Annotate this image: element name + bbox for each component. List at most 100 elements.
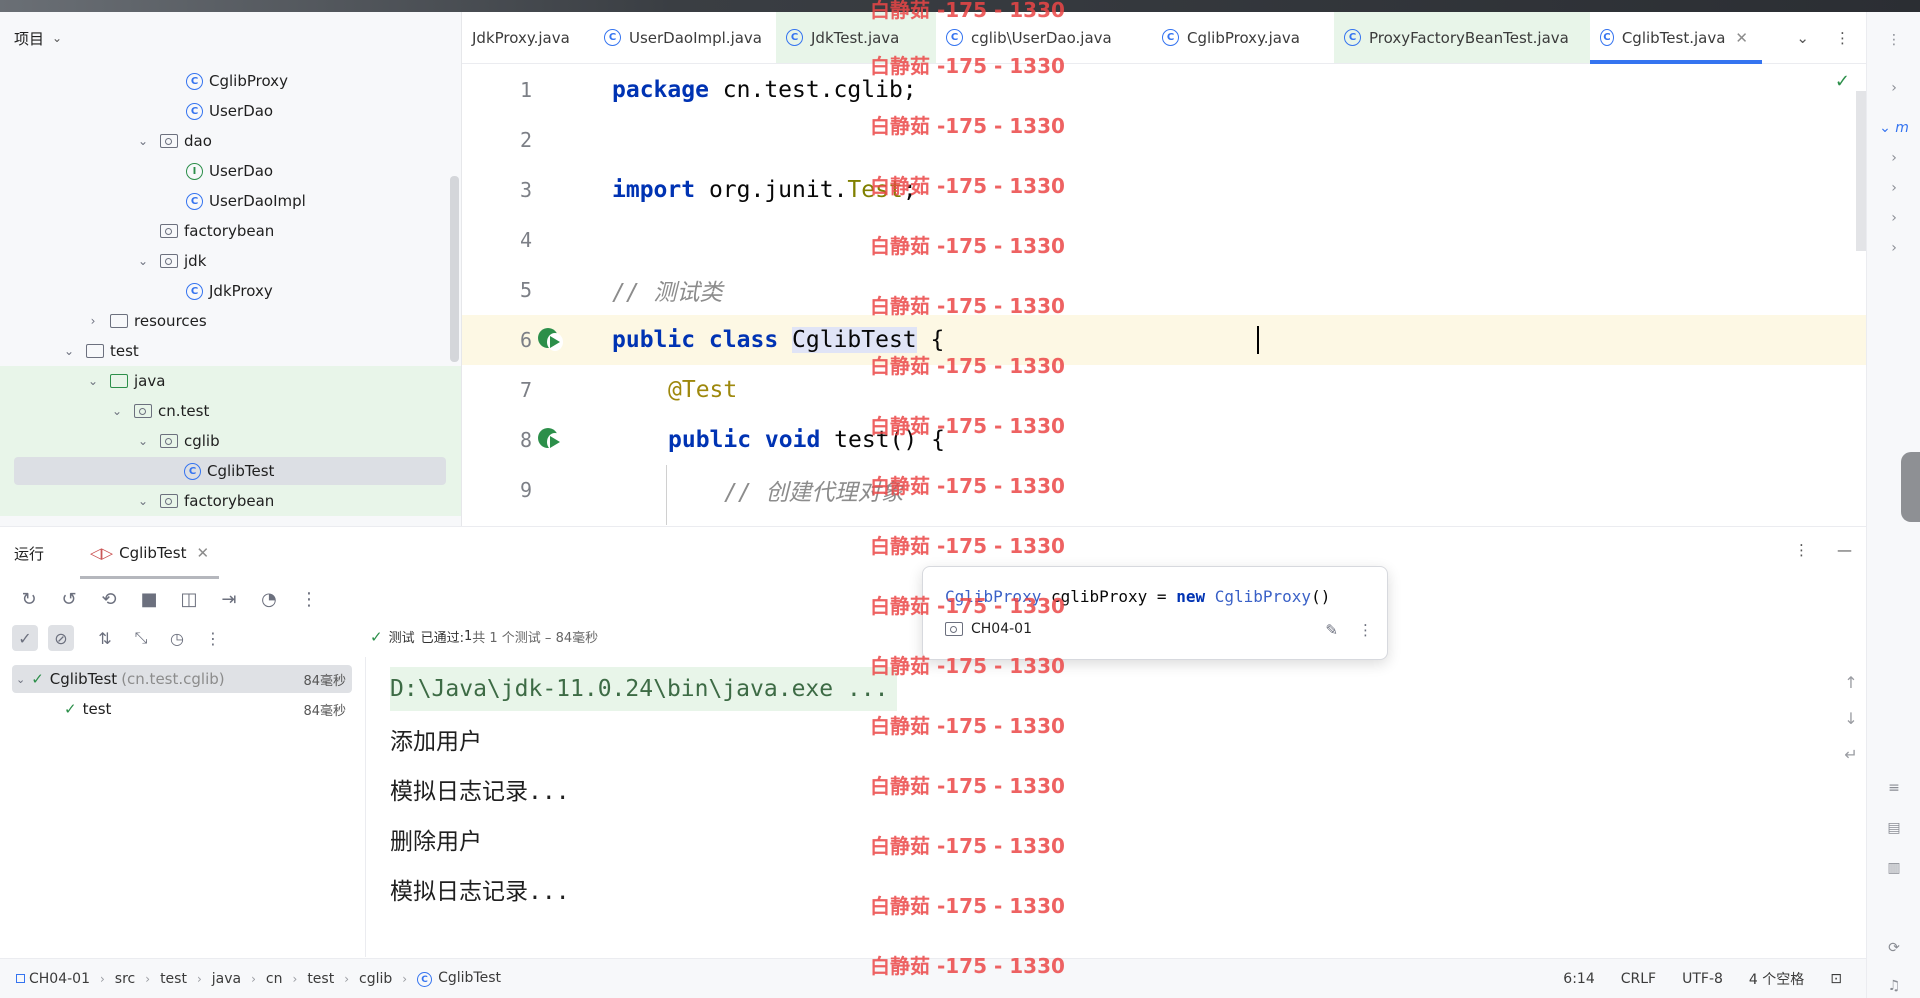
- tree-item[interactable]: ⌄ dao: [0, 126, 461, 156]
- tree-item[interactable]: ⌄ cn.test: [0, 396, 461, 426]
- tree-item[interactable]: ⌄ cglib: [0, 426, 461, 456]
- stop-icon[interactable]: ■: [136, 586, 162, 612]
- file-encoding[interactable]: UTF-8: [1682, 971, 1723, 987]
- test-suite-row[interactable]: ⌄ ✓ CglibTest (cn.test.cglib) 84毫秒: [12, 665, 352, 693]
- tree-item[interactable]: ⌄ test: [0, 336, 461, 366]
- tab-jdkproxy[interactable]: JdkProxy.java: [462, 12, 594, 63]
- tree-item[interactable]: C JdkProxy: [0, 276, 461, 306]
- tree-item[interactable]: I UserDao: [0, 156, 461, 186]
- breadcrumb-item[interactable]: cn: [266, 971, 283, 987]
- more-options-icon[interactable]: ⋮: [1794, 541, 1809, 559]
- edit-icon[interactable]: ✎: [1325, 621, 1338, 639]
- more-options-icon[interactable]: ⋮: [1867, 32, 1920, 48]
- sort-icon[interactable]: ⇅: [92, 625, 118, 651]
- more-options-icon[interactable]: ⋮: [1358, 621, 1373, 639]
- tab-cglibproxy[interactable]: C CglibProxy.java: [1152, 12, 1334, 63]
- toggle-autotest-icon[interactable]: ⟲: [96, 586, 122, 612]
- chevron-down-icon[interactable]: ⌄: [16, 673, 25, 686]
- test-case-row[interactable]: ✓ test 84毫秒: [12, 695, 352, 723]
- breadcrumb-item[interactable]: test: [160, 971, 187, 987]
- side-handle[interactable]: [1901, 452, 1920, 522]
- run-tab-cglibtest[interactable]: ◁▷ CglibTest ✕: [80, 527, 220, 579]
- tab-cglibtest[interactable]: C CglibTest.java ✕: [1590, 12, 1762, 64]
- tab-cglib-userdao[interactable]: C cglib\UserDao.java: [936, 12, 1152, 63]
- chevron-right-icon[interactable]: ›: [86, 314, 100, 328]
- tree-item[interactable]: C CglibProxy: [0, 66, 461, 96]
- rerun-icon[interactable]: ↻: [16, 586, 42, 612]
- tree-item[interactable]: factorybean: [0, 216, 461, 246]
- tree-item[interactable]: ⌄ jdk: [0, 246, 461, 276]
- export-icon[interactable]: ⇥: [216, 586, 242, 612]
- project-scrollbar[interactable]: [450, 176, 459, 362]
- run-panel-title: 运行: [14, 544, 45, 563]
- no-problems-check-icon[interactable]: ✓: [1835, 71, 1850, 92]
- chevron-right-icon[interactable]: ›: [1867, 80, 1920, 96]
- project-panel-header[interactable]: 项目 ⌄: [0, 12, 461, 64]
- camera-icon[interactable]: ◫: [176, 586, 202, 612]
- line-separator[interactable]: CRLF: [1621, 971, 1656, 987]
- more-options-icon[interactable]: ⋮: [1835, 29, 1850, 47]
- collapse-icon[interactable]: ⤡: [128, 625, 154, 651]
- notes-icon[interactable]: ≡: [1867, 780, 1920, 796]
- tree-item-label: factorybean: [184, 222, 275, 240]
- project-panel-title: 项目: [14, 29, 45, 48]
- scroll-up-icon[interactable]: ↑: [1836, 673, 1866, 709]
- chevron-down-icon[interactable]: ⌄: [136, 434, 150, 448]
- tree-item[interactable]: C UserDao: [0, 96, 461, 126]
- breadcrumb-item[interactable]: test: [307, 971, 334, 987]
- scroll-down-icon[interactable]: ↓: [1836, 709, 1866, 745]
- tree-item[interactable]: › resources: [0, 306, 461, 336]
- chevron-right-icon[interactable]: ›: [1867, 240, 1920, 256]
- history-icon[interactable]: ◷: [164, 625, 190, 651]
- chevron-right-icon[interactable]: ›: [1867, 210, 1920, 226]
- lock-icon[interactable]: ⊡: [1830, 971, 1842, 987]
- module-icon: [945, 622, 963, 636]
- coverage-icon[interactable]: ◔: [256, 586, 282, 612]
- chevron-down-icon[interactable]: ⌄: [52, 31, 62, 45]
- chevron-down-icon[interactable]: ⌄: [62, 344, 76, 358]
- chevron-down-icon[interactable]: ⌄: [136, 134, 150, 148]
- indent-setting[interactable]: 4 个空格: [1749, 969, 1804, 989]
- close-icon[interactable]: ✕: [1735, 29, 1748, 47]
- cursor-position[interactable]: 6:14: [1563, 971, 1594, 987]
- tree-item[interactable]: ⌄ factorybean: [0, 486, 461, 516]
- chevron-down-icon[interactable]: ⌄: [110, 404, 124, 418]
- tab-jdktest[interactable]: C JdkTest.java: [776, 12, 936, 63]
- minimize-icon[interactable]: —: [1837, 541, 1852, 559]
- console-line: D:\Java\jdk-11.0.24\bin\java.exe ...: [390, 667, 897, 711]
- breadcrumb-item[interactable]: java: [212, 971, 241, 987]
- code-editor[interactable]: 1 package cn.test.cglib; 2 3 import org.…: [462, 65, 1866, 525]
- show-ignored-icon[interactable]: ⊘: [48, 625, 74, 651]
- breadcrumb-item[interactable]: src: [115, 971, 135, 987]
- tab-userdaoimpl[interactable]: C UserDaoImpl.java: [594, 12, 776, 63]
- chevron-down-icon[interactable]: ⌄: [136, 494, 150, 508]
- more-options-icon[interactable]: ⋮: [296, 586, 322, 612]
- soft-wrap-icon[interactable]: ↵: [1836, 745, 1866, 781]
- more-options-icon[interactable]: ⋮: [200, 625, 226, 651]
- bell-icon[interactable]: ♫: [1867, 978, 1920, 994]
- console-line: 模拟日志记录...: [390, 779, 570, 805]
- run-gutter-icon[interactable]: [538, 328, 563, 352]
- editor-scrollbar[interactable]: [1856, 91, 1866, 251]
- tree-item[interactable]: ⌄ java: [0, 366, 461, 396]
- chevron-right-icon[interactable]: ›: [1867, 150, 1920, 166]
- console-output[interactable]: D:\Java\jdk-11.0.24\bin\java.exe ... 添加用…: [370, 667, 1840, 957]
- breadcrumb-item[interactable]: cglib: [359, 971, 392, 987]
- chevron-down-icon[interactable]: ⌄: [86, 374, 100, 388]
- rerun-failed-icon[interactable]: ↺: [56, 586, 82, 612]
- database-icon[interactable]: ▤: [1867, 820, 1920, 836]
- refresh-icon[interactable]: ⟳: [1867, 940, 1920, 956]
- tree-item-selected[interactable]: C CglibTest: [0, 456, 461, 486]
- breadcrumb-item[interactable]: C CglibTest: [417, 970, 501, 988]
- run-gutter-icon[interactable]: [538, 428, 563, 452]
- close-icon[interactable]: ✕: [196, 544, 209, 562]
- chevron-right-icon[interactable]: ›: [1867, 180, 1920, 196]
- maven-icon[interactable]: ⌄ m: [1867, 120, 1920, 136]
- breadcrumb-item[interactable]: CH04-01: [16, 971, 90, 987]
- show-passed-icon[interactable]: ✓: [12, 625, 38, 651]
- trash-icon[interactable]: ▥: [1867, 860, 1920, 876]
- tab-proxyfactorybeantest[interactable]: C ProxyFactoryBeanTest.java: [1334, 12, 1590, 63]
- chevron-down-icon[interactable]: ⌄: [1796, 29, 1809, 47]
- tree-item[interactable]: C UserDaoImpl: [0, 186, 461, 216]
- chevron-down-icon[interactable]: ⌄: [136, 254, 150, 268]
